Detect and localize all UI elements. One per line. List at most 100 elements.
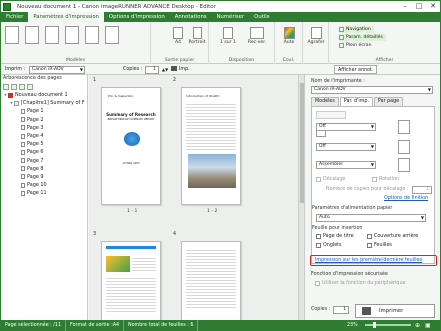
offset-copies-input[interactable]: 1: [412, 186, 432, 194]
page-thumbnail-3[interactable]: [101, 241, 161, 320]
staple-button[interactable]: Agrafer: [305, 27, 327, 45]
staple-icon: [310, 27, 322, 39]
print-button[interactable]: Imprimer: [355, 304, 435, 318]
tree-tool-icon-3[interactable]: [19, 84, 25, 90]
collate-select[interactable]: Assembler ▼: [316, 161, 376, 169]
template-gallery: [5, 26, 119, 44]
back-cover-checkbox[interactable]: Couverture arrière: [367, 234, 418, 239]
rotation-checkbox[interactable]: Rotation: [372, 177, 399, 182]
checkbox-box: [316, 234, 321, 239]
tree-page-label: Page 8: [27, 165, 44, 172]
zoom-slider-thumb[interactable]: [373, 322, 376, 328]
template-thumb-2[interactable]: [25, 26, 39, 44]
placeholder-combo[interactable]: [316, 111, 346, 119]
page-icon: [173, 27, 183, 39]
copies-stepper-icon[interactable]: ▲▼: [162, 65, 168, 74]
print-first-last-link[interactable]: Impression sur les première/dernière feu…: [315, 258, 422, 263]
template-thumb-5[interactable]: [85, 26, 99, 44]
tree-tool-icon-1[interactable]: [3, 84, 9, 90]
option-select-2[interactable]: Off ▼: [316, 143, 376, 151]
tree-page[interactable]: Page 5: [1, 140, 87, 148]
page-thumbnail-2[interactable]: Introduction of IR-ADV: [181, 87, 241, 205]
tab-print-options[interactable]: Options d'impression: [104, 12, 170, 22]
tree-page[interactable]: Page 6: [1, 148, 87, 156]
fit-page-icon[interactable]: ▣: [425, 320, 431, 331]
print-quick-button[interactable]: Imp.: [171, 65, 190, 74]
secure-print-label: Fonction d'impression sécurisée: [311, 272, 388, 277]
template-thumb-4[interactable]: [65, 26, 79, 44]
page-icon: [21, 174, 25, 180]
cover-page-label: Page de titre: [323, 234, 354, 239]
thumb-1-header: Pro. & Inspection: [108, 94, 134, 98]
ribbon: Modèles A4 Portrait Sortie papier 1 sur …: [1, 22, 440, 64]
printer-select[interactable]: Canon iR-ADV ▼: [29, 65, 85, 74]
paper-source-label: Paramètres d'alimentation papier: [312, 206, 393, 211]
preview-area[interactable]: 1 Pro. & Inspection Summary of Research …: [89, 75, 304, 320]
tree-tool-icon-2[interactable]: [11, 84, 17, 90]
show-annotations-button[interactable]: Afficher annot.: [334, 65, 378, 74]
close-button[interactable]: ✕: [426, 1, 440, 12]
cover-page-checkbox[interactable]: Page de titre: [316, 234, 354, 239]
tree-tool-icon-4[interactable]: [27, 84, 33, 90]
tree-page[interactable]: Page 11: [1, 189, 87, 197]
offset-checkbox[interactable]: Décalage: [316, 177, 346, 182]
tree-pages: Page 1 Page 2 Page 3 Page 4 Page 5 Page …: [1, 107, 87, 197]
template-thumb-3[interactable]: [45, 26, 59, 44]
paper-size-button[interactable]: A4: [171, 27, 185, 45]
tab-scan[interactable]: Numériser: [212, 12, 250, 22]
zoom-slider[interactable]: [365, 322, 411, 328]
use-device-checkbox[interactable]: Utiliser la fonction du périphérique: [315, 281, 405, 286]
settings-pane: Nom de l'imprimante : Canon iR-ADV ▼ Modè…: [304, 75, 440, 320]
sheets-checkbox[interactable]: Feuilles: [367, 243, 392, 248]
tab-templates[interactable]: Modèles: [311, 97, 339, 106]
minimize-button[interactable]: –: [398, 1, 412, 12]
zoom-in-icon[interactable]: ⊕: [415, 320, 420, 331]
tree-root[interactable]: ▾ Nouveau document 1: [1, 91, 87, 99]
option-select-1[interactable]: Off ▼: [316, 123, 376, 131]
tab-tools[interactable]: Outils: [249, 12, 274, 22]
maximize-button[interactable]: □: [412, 1, 426, 12]
detailed-settings-toggle[interactable]: Param. détaillés: [339, 34, 386, 41]
tree-page[interactable]: Page 2: [1, 116, 87, 124]
checkbox-box: [367, 243, 372, 248]
checkbox-box: [372, 177, 377, 182]
collate-value: Assembler: [319, 162, 344, 167]
tab-print-settings[interactable]: Paramètres d'impression: [28, 12, 104, 22]
color-mode-button[interactable]: Auto: [279, 27, 299, 45]
group-color: Auto Coul.: [275, 22, 303, 64]
tab-per-page[interactable]: Par page: [374, 97, 404, 106]
tree-page[interactable]: Page 1: [1, 107, 87, 115]
fullscreen-button[interactable]: Plein écran: [339, 42, 372, 49]
tree-page[interactable]: Page 10: [1, 181, 87, 189]
printer-icon: [362, 307, 371, 315]
finishing-options-link[interactable]: Options de finition: [384, 196, 428, 201]
tree-page[interactable]: Page 9: [1, 173, 87, 181]
template-thumb-6[interactable]: [105, 26, 119, 44]
tab-annotations[interactable]: Annotations: [170, 12, 212, 22]
settings-icon: [339, 35, 344, 40]
tree-page[interactable]: Page 8: [1, 165, 87, 173]
tabs-checkbox[interactable]: Onglets: [316, 243, 342, 248]
tree-chapter[interactable]: ▾ [Chapitre1] Summary of F: [1, 99, 87, 107]
copies-input[interactable]: 1: [145, 65, 159, 74]
tab-print-params[interactable]: Par. d'imp.: [339, 97, 373, 106]
thumb-1-date: 12 MAR 2023: [122, 162, 140, 165]
tree-page[interactable]: Page 4: [1, 132, 87, 140]
layout-button[interactable]: 1 sur 1: [217, 27, 239, 45]
orientation-button[interactable]: Portrait: [187, 27, 207, 45]
paper-source-select[interactable]: Auto ▼: [316, 214, 426, 222]
tab-fichier[interactable]: Fichier: [1, 12, 28, 22]
tree-page[interactable]: Page 7: [1, 157, 87, 165]
printer-name-select[interactable]: Canon iR-ADV ▼: [311, 86, 433, 94]
printer-icon: [171, 66, 177, 71]
duplex-button[interactable]: Rec-ver.: [243, 27, 271, 45]
tree-page[interactable]: Page 3: [1, 124, 87, 132]
copies-bottom-label: Copies :: [311, 307, 331, 312]
navigation-toggle[interactable]: Navigation: [339, 26, 374, 33]
copies-bottom-input[interactable]: 1: [333, 306, 349, 314]
page-thumbnail-1[interactable]: Pro. & Inspection Summary of Research BR…: [101, 87, 161, 205]
tree-page-label: Page 7: [27, 157, 44, 164]
template-thumb-1[interactable]: [5, 26, 19, 44]
page-thumbnail-4[interactable]: [181, 241, 241, 320]
window-title: Nouveau document 1 - Canon imageRUNNER A…: [17, 3, 216, 10]
